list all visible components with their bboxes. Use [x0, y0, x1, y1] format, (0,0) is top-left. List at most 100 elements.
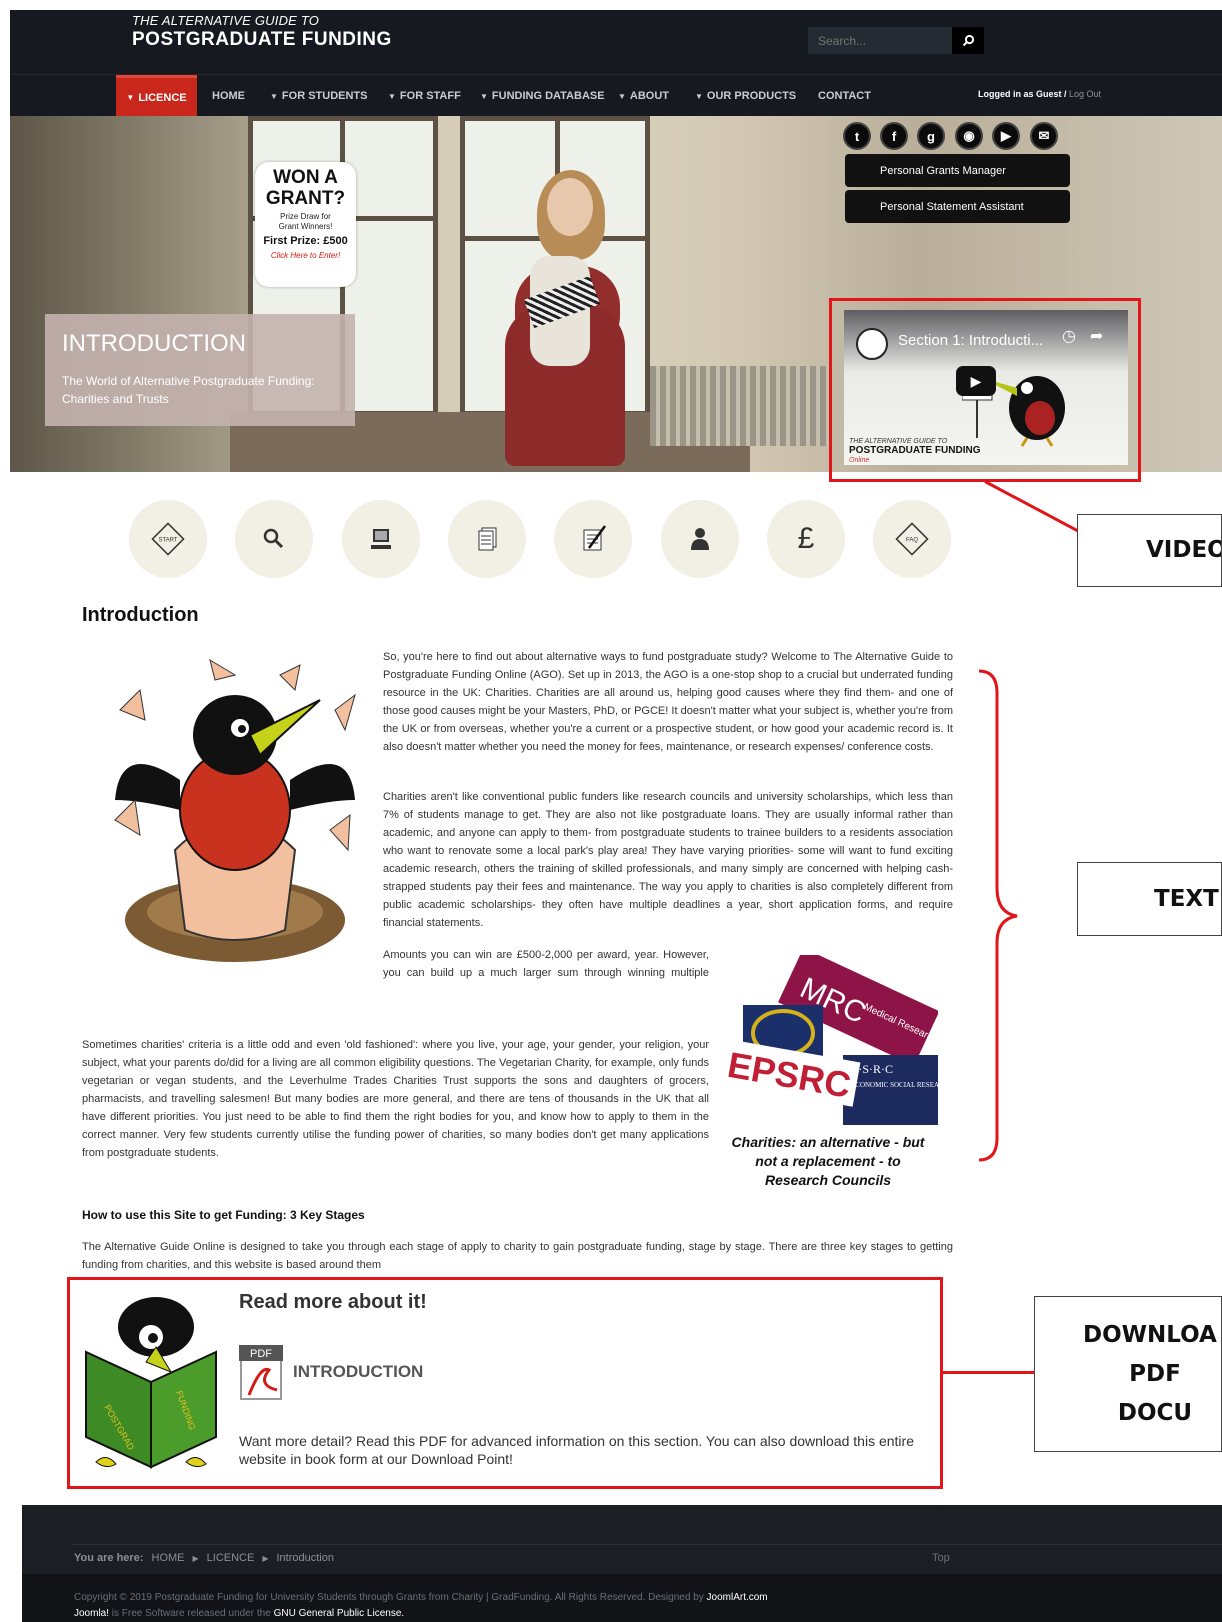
nav-about[interactable]: ▼ ABOUT [618, 75, 669, 117]
button-label: Personal Grants Manager [880, 164, 1006, 177]
face [547, 178, 593, 236]
nav-for-staff[interactable]: ▼ FOR STAFF [388, 75, 461, 117]
contest-line: GRANT? [265, 188, 346, 209]
back-to-top-link[interactable]: Top [932, 1552, 950, 1564]
contest-line: WON A [273, 167, 338, 188]
pdf-download-link[interactable]: INTRODUCTION [293, 1362, 423, 1382]
nav-funding-database[interactable]: ▼ FUNDING DATABASE [480, 75, 605, 117]
read-more-title: Read more about it! [239, 1291, 427, 1313]
quick-link-faq[interactable]: FAQ [873, 500, 951, 578]
login-text: Logged in as Guest / [978, 89, 1067, 99]
text-callout: TEXT [1077, 862, 1222, 936]
contest-prize: First Prize: £500 [263, 235, 348, 247]
callout-label: PDF DOCU [1117, 1360, 1193, 1426]
nav-label: FUNDING DATABASE [491, 90, 605, 102]
nav-label: CONTACT [818, 90, 871, 102]
faq-icon: FAQ [895, 522, 929, 556]
caret-down-icon: ▼ [126, 93, 135, 102]
nav-home[interactable]: HOME [212, 75, 245, 117]
nav-label: FOR STUDENTS [281, 90, 368, 102]
pound-icon: £ [797, 522, 815, 555]
caret-down-icon: ▼ [270, 91, 278, 101]
login-status: Logged in as Guest / Log Out [978, 89, 1101, 99]
video-callout-line [984, 480, 1079, 533]
joomla-link[interactable]: Joomla! [74, 1608, 109, 1619]
stages-paragraph: The Alternative Guide Online is designed… [82, 1241, 953, 1271]
facebook-icon[interactable]: f [880, 122, 908, 150]
councils-caption: Charities: an alternative - but not a re… [731, 1134, 925, 1188]
quick-link-computer[interactable] [342, 500, 420, 578]
documents-icon [478, 527, 497, 551]
designer-link[interactable]: JoomlArt.com [707, 1592, 768, 1603]
intro-paragraph-1: So, you're here to find out about altern… [383, 651, 953, 753]
section-subheading: How to use this Site to get Funding: 3 K… [82, 1208, 365, 1222]
logout-link[interactable]: Log Out [1069, 89, 1101, 99]
contest-text: Prize Draw for [280, 212, 331, 221]
youtube-icon[interactable]: ▶ [992, 122, 1020, 150]
intro-paragraph-3: Amounts you can win are £500-2,000 per a… [383, 949, 709, 979]
start-icon: START [151, 522, 185, 556]
nav-label: FOR STAFF [399, 90, 461, 102]
quick-link-notepad[interactable] [554, 500, 632, 578]
quick-link-start[interactable]: START [129, 500, 207, 578]
logo-tagline: THE ALTERNATIVE GUIDE TO [132, 13, 320, 28]
page-heading: Introduction [82, 604, 199, 626]
button-label: Personal Statement Assistant [880, 200, 1024, 213]
copyright-line: Copyright © 2019 Postgraduate Funding fo… [74, 1592, 704, 1603]
breadcrumb-home[interactable]: HOME [152, 1552, 185, 1564]
breadcrumb-prefix: You are here: [74, 1552, 144, 1564]
person-icon [691, 528, 709, 550]
nav-licence[interactable]: ▼ LICENCE [116, 75, 197, 117]
read-more-text: Want more detail? Read this PDF for adva… [239, 1433, 914, 1467]
nav-our-products[interactable]: ▼ OUR PRODUCTS [695, 75, 796, 117]
search-icon [962, 34, 974, 47]
breadcrumb: You are here: HOME ▶ LICENCE ▶ Introduct… [74, 1552, 334, 1564]
contest-link[interactable]: Click Here to Enter! [255, 251, 356, 260]
search-input[interactable] [808, 27, 952, 54]
quick-link-pound[interactable]: £ [767, 500, 845, 578]
prize-draw-badge[interactable]: WON A GRANT? Prize Draw for Grant Winner… [255, 162, 356, 287]
breadcrumb-licence[interactable]: LICENCE [207, 1552, 255, 1564]
callout-label: DOWNLOA [1083, 1321, 1217, 1348]
nav-label: OUR PRODUCTS [706, 90, 797, 102]
download-callout-line [943, 1371, 1035, 1374]
twitter-icon[interactable]: t [843, 122, 871, 150]
breadcrumb-separator-icon: ▶ [262, 1553, 269, 1563]
hero-title: INTRODUCTION [62, 330, 246, 357]
hatching-bird-illustration [114, 658, 356, 962]
nav-label: HOME [212, 90, 245, 102]
search-button[interactable] [952, 27, 984, 54]
start-label: START [158, 538, 177, 544]
breadcrumb-current: Introduction [276, 1552, 334, 1564]
caret-down-icon: ▼ [695, 91, 703, 101]
video-highlight-box [829, 298, 1141, 482]
joomla-text: is Free Software released under the [111, 1608, 271, 1619]
esrc-sub-label: ECONOMIC SOCIAL RESEARCH COUNCIL [851, 1081, 938, 1089]
license-link[interactable]: GNU General Public License. [274, 1608, 405, 1619]
callout-label: TEXT [1154, 885, 1219, 912]
site-logo[interactable]: THE ALTERNATIVE GUIDE TO POSTGRADUATE FU… [132, 14, 392, 49]
quick-link-search[interactable] [235, 500, 313, 578]
email-icon[interactable]: ✉ [1030, 122, 1058, 150]
nav-contact[interactable]: CONTACT [818, 75, 871, 117]
nav-for-students[interactable]: ▼ FOR STUDENTS [270, 75, 367, 117]
nav-label: ABOUT [629, 90, 670, 102]
video-callout: VIDEO [1077, 514, 1222, 587]
personal-statement-assistant-button[interactable]: Personal Statement Assistant [845, 190, 1070, 223]
logo-title: POSTGRADUATE FUNDING [132, 29, 392, 50]
faq-label: FAQ [906, 538, 918, 544]
quick-link-documents[interactable] [448, 500, 526, 578]
rss-icon[interactable]: ◉ [955, 122, 983, 150]
google-icon[interactable]: g [917, 122, 945, 150]
hero-subtitle: The World of Alternative Postgraduate Fu… [62, 374, 315, 406]
breadcrumb-separator-icon: ▶ [192, 1553, 199, 1563]
pdf-badge-label: PDF [250, 1348, 272, 1360]
footer-divider [72, 1544, 1222, 1545]
epsrc-label: EPSRC [725, 1044, 854, 1106]
research-councils-logos: MRC Medical Research Council E·S·R·C ECO… [723, 955, 938, 1125]
reading-bird-illustration: POSTGRAD FUNDING [85, 1297, 217, 1469]
quick-link-person[interactable] [661, 500, 739, 578]
nav-label: LICENCE [138, 91, 187, 104]
pdf-icon[interactable]: PDF [239, 1345, 285, 1401]
personal-grants-manager-button[interactable]: Personal Grants Manager [845, 154, 1070, 187]
